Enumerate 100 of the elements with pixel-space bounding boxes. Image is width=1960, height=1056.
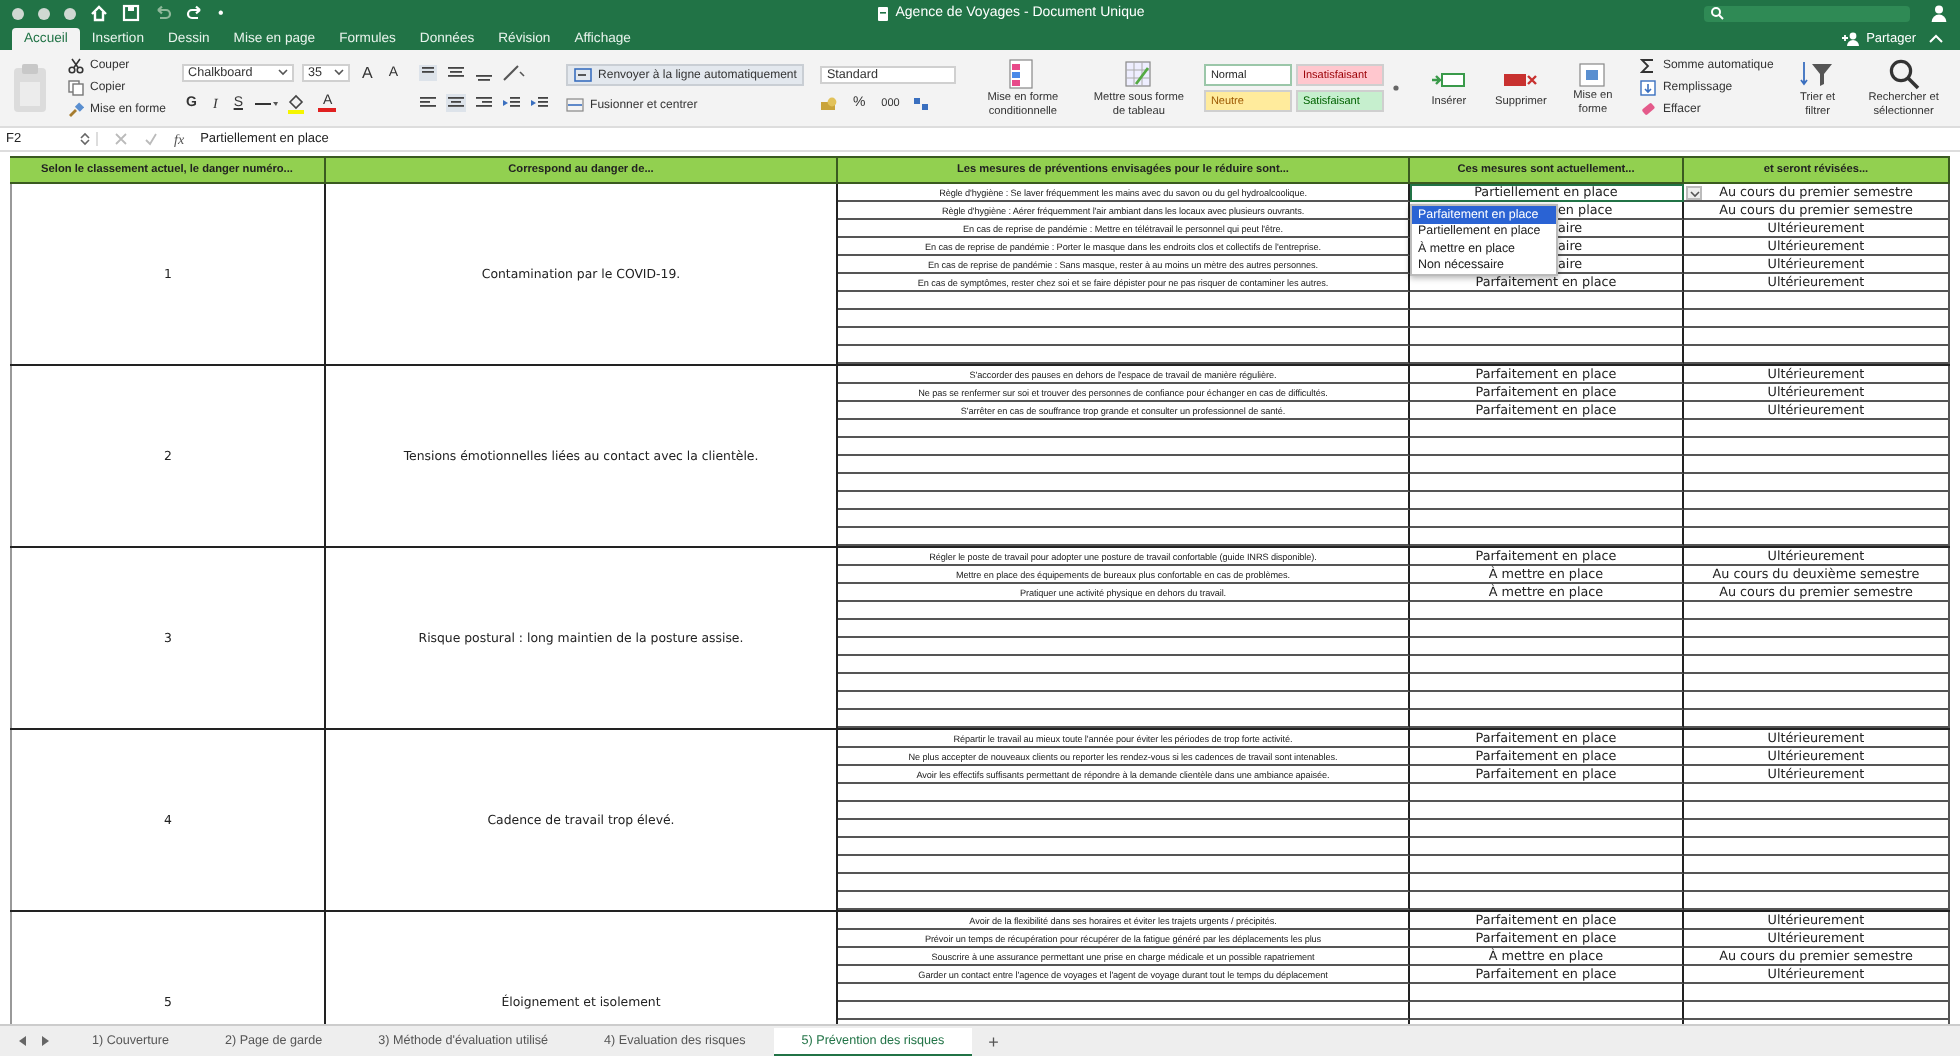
add-sheet-button[interactable]: + [972, 1031, 1015, 1051]
empty-cell[interactable] [1684, 620, 1950, 638]
decrease-indent-icon[interactable] [502, 94, 523, 112]
empty-cell[interactable] [1684, 674, 1950, 692]
empty-cell[interactable] [1410, 710, 1684, 728]
empty-cell[interactable] [838, 1002, 1410, 1020]
empty-cell[interactable] [1684, 784, 1950, 802]
empty-cell[interactable] [1684, 820, 1950, 838]
empty-cell[interactable] [1410, 292, 1684, 310]
empty-cell[interactable] [1684, 510, 1950, 528]
empty-cell[interactable] [1684, 346, 1950, 364]
close-button[interactable] [12, 7, 24, 19]
empty-cell[interactable] [1684, 710, 1950, 728]
empty-cell[interactable] [838, 892, 1410, 910]
empty-cell[interactable] [838, 820, 1410, 838]
empty-cell[interactable] [838, 438, 1410, 456]
empty-cell[interactable] [838, 692, 1410, 710]
increase-font-button[interactable]: A [358, 63, 377, 81]
decimal-icon[interactable] [911, 95, 932, 111]
align-middle-icon[interactable] [446, 64, 467, 82]
empty-cell[interactable] [838, 802, 1410, 820]
empty-cell[interactable] [838, 420, 1410, 438]
empty-cell[interactable] [1684, 492, 1950, 510]
empty-cell[interactable] [1684, 838, 1950, 856]
next-sheet-icon[interactable] [40, 1034, 52, 1048]
empty-cell[interactable] [1410, 674, 1684, 692]
empty-cell[interactable] [1410, 510, 1684, 528]
user-icon[interactable] [1930, 4, 1948, 22]
empty-cell[interactable] [1410, 838, 1684, 856]
empty-cell[interactable] [1410, 328, 1684, 346]
empty-cell[interactable] [838, 620, 1410, 638]
empty-cell[interactable] [1410, 802, 1684, 820]
increase-indent-icon[interactable] [530, 94, 551, 112]
empty-cell[interactable] [1684, 638, 1950, 656]
empty-cell[interactable] [1684, 984, 1950, 1002]
empty-cell[interactable] [838, 656, 1410, 674]
empty-cell[interactable] [1410, 528, 1684, 546]
empty-cell[interactable] [1410, 474, 1684, 492]
empty-cell[interactable] [1684, 802, 1950, 820]
save-icon[interactable] [122, 4, 140, 22]
empty-cell[interactable] [1410, 820, 1684, 838]
empty-cell[interactable] [1684, 310, 1950, 328]
orientation-icon[interactable] [502, 64, 527, 82]
empty-cell[interactable] [1684, 420, 1950, 438]
empty-cell[interactable] [1684, 456, 1950, 474]
home-icon[interactable] [90, 4, 108, 22]
empty-cell[interactable] [1684, 528, 1950, 546]
empty-cell[interactable] [838, 510, 1410, 528]
empty-cell[interactable] [838, 674, 1410, 692]
empty-cell[interactable] [1410, 784, 1684, 802]
align-right-icon[interactable] [474, 94, 495, 112]
empty-cell[interactable] [1410, 856, 1684, 874]
empty-cell[interactable] [1410, 692, 1684, 710]
empty-cell[interactable] [838, 874, 1410, 892]
empty-cell[interactable] [1410, 420, 1684, 438]
collapse-icon[interactable] [1928, 32, 1944, 44]
dropdown-button[interactable] [1686, 186, 1702, 200]
redo-icon[interactable] [186, 4, 204, 22]
empty-cell[interactable] [1684, 692, 1950, 710]
empty-cell[interactable] [838, 474, 1410, 492]
empty-cell[interactable] [1684, 438, 1950, 456]
empty-cell[interactable] [1410, 874, 1684, 892]
empty-cell[interactable] [1684, 328, 1950, 346]
more-styles-icon[interactable] [1392, 84, 1401, 92]
empty-cell[interactable] [1410, 984, 1684, 1002]
empty-cell[interactable] [1684, 656, 1950, 674]
align-top-icon[interactable] [418, 64, 439, 82]
search-field[interactable] [1704, 5, 1910, 21]
minimize-button[interactable] [38, 7, 50, 19]
empty-cell[interactable] [838, 528, 1410, 546]
align-left-icon[interactable] [418, 94, 439, 112]
align-center-icon[interactable] [446, 94, 467, 112]
undo-icon[interactable] [154, 4, 172, 22]
empty-cell[interactable] [1410, 602, 1684, 620]
zoom-button[interactable] [64, 7, 76, 19]
empty-cell[interactable] [1684, 856, 1950, 874]
empty-cell[interactable] [838, 328, 1410, 346]
empty-cell[interactable] [838, 492, 1410, 510]
empty-cell[interactable] [1684, 1002, 1950, 1020]
empty-cell[interactable] [1684, 292, 1950, 310]
empty-cell[interactable] [838, 984, 1410, 1002]
empty-cell[interactable] [1410, 456, 1684, 474]
empty-cell[interactable] [1684, 892, 1950, 910]
empty-cell[interactable] [838, 310, 1410, 328]
more-button[interactable]: • [218, 4, 224, 22]
empty-cell[interactable] [838, 784, 1410, 802]
empty-cell[interactable] [1410, 492, 1684, 510]
empty-cell[interactable] [838, 456, 1410, 474]
empty-cell[interactable] [1410, 638, 1684, 656]
empty-cell[interactable] [1684, 474, 1950, 492]
empty-cell[interactable] [838, 292, 1410, 310]
empty-cell[interactable] [1410, 892, 1684, 910]
empty-cell[interactable] [1410, 310, 1684, 328]
empty-cell[interactable] [838, 856, 1410, 874]
empty-cell[interactable] [1410, 656, 1684, 674]
empty-cell[interactable] [1410, 438, 1684, 456]
empty-cell[interactable] [1410, 346, 1684, 364]
empty-cell[interactable] [838, 838, 1410, 856]
empty-cell[interactable] [1684, 874, 1950, 892]
empty-cell[interactable] [1410, 620, 1684, 638]
